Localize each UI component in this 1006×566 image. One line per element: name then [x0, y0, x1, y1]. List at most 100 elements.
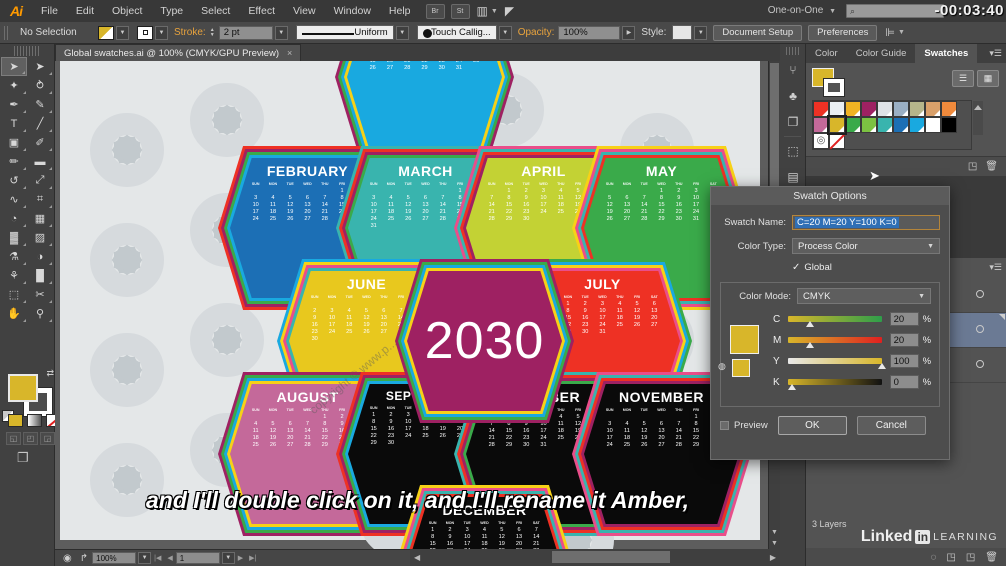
artboard-dropdown[interactable]: ▼ [221, 552, 235, 564]
brushes-panel-icon[interactable]: ⑂ [780, 57, 806, 83]
target-circle-icon[interactable] [976, 360, 984, 368]
menu-item-view[interactable]: View [284, 0, 325, 22]
color-swatch[interactable] [925, 117, 941, 133]
menu-item-type[interactable]: Type [151, 0, 192, 22]
color-swatch[interactable] [829, 101, 845, 117]
eraser-tool[interactable]: ▬ [27, 152, 53, 171]
scroll-down2-icon[interactable]: ▼ [770, 538, 779, 548]
slider-track-K[interactable] [787, 379, 882, 390]
color-swatch[interactable] [845, 117, 861, 133]
scroll-right-icon[interactable]: ▶ [770, 553, 776, 562]
color-swatch[interactable] [827, 115, 847, 135]
free-transform-tool[interactable]: ⌗ [27, 190, 53, 209]
channel-value-Y[interactable]: 100 [889, 354, 919, 368]
panel-menu-icon[interactable]: ▾☰ [989, 48, 1002, 59]
swatch-scroll-up[interactable] [973, 101, 983, 135]
slider-thumb-M[interactable] [805, 342, 814, 348]
search-input[interactable]: ⌕ [846, 4, 944, 18]
fill-dropdown[interactable]: ▼ [116, 25, 129, 40]
brush-definition-select[interactable]: Touch Callig... [416, 25, 497, 40]
slider-track-C[interactable] [787, 316, 882, 327]
stroke-weight-dropdown[interactable]: ▼ [274, 25, 288, 40]
zoom-dropdown[interactable]: ▼ [138, 552, 152, 564]
color-swatch[interactable]: ◎ [813, 133, 829, 149]
eyedropper-tool[interactable]: ⚗ [1, 247, 27, 266]
panel-grip[interactable] [4, 25, 10, 40]
swatch-grid[interactable]: ◎ [812, 100, 983, 150]
menu-item-effect[interactable]: Effect [239, 0, 284, 22]
color-swatch[interactable] [861, 101, 877, 117]
slider-track-M[interactable] [787, 337, 882, 348]
color-swatch[interactable] [829, 132, 847, 150]
paintbrush-tool[interactable]: ✐ [27, 133, 53, 152]
target-circle-icon[interactable] [976, 290, 984, 298]
bridge-button[interactable]: Br [425, 3, 445, 19]
graphic-style-swatch[interactable] [672, 25, 693, 40]
rectangle-tool[interactable]: ▣ [1, 133, 27, 152]
color-swatch[interactable] [861, 117, 877, 133]
slice-tool[interactable]: ✂ [27, 285, 53, 304]
slider-thumb-C[interactable] [805, 321, 814, 327]
delete-icon[interactable]: 🗑 [985, 552, 998, 563]
scroll-left-icon[interactable]: ◀ [414, 553, 420, 562]
first-artboard-icon[interactable]: |◀ [154, 554, 161, 562]
prev-artboard-icon[interactable]: ◀ [167, 554, 172, 562]
stroke-profile-dropdown[interactable]: ▼ [395, 25, 409, 40]
draw-normal-icon[interactable]: ◱ [6, 432, 21, 445]
tab-color[interactable]: Color [806, 44, 847, 63]
channel-value-K[interactable]: 0 [889, 375, 919, 389]
zoom-tool[interactable]: ⚲ [27, 304, 53, 323]
zoom-level-input[interactable]: 100% [92, 552, 137, 564]
draw-inside-icon[interactable]: ◲ [40, 432, 55, 445]
opacity-dropdown[interactable]: ▶ [622, 25, 636, 40]
new-layer-icon[interactable]: ◳ [966, 552, 975, 563]
color-swatch[interactable] [909, 101, 925, 117]
artboard-tool[interactable]: ⬚ [1, 285, 27, 304]
close-icon[interactable]: × [287, 48, 292, 58]
document-setup-button[interactable]: Document Setup [713, 24, 803, 41]
hscroll-thumb[interactable] [552, 551, 670, 563]
slider-thumb-Y[interactable] [877, 363, 886, 369]
color-swatch[interactable] [893, 101, 909, 117]
line-segment-tool[interactable]: ╱ [27, 114, 53, 133]
swatch-name-input[interactable]: C=20 M=20 Y=100 K=0 [792, 215, 940, 230]
color-button[interactable] [8, 414, 23, 427]
document-tab[interactable]: Global swatches.ai @ 100% (CMYK/GPU Prev… [55, 44, 302, 61]
gradient-button[interactable] [27, 414, 42, 427]
scroll-down-icon[interactable]: ▼ [770, 527, 779, 537]
ok-button[interactable]: OK [777, 416, 847, 435]
chevron-down-icon[interactable]: ▼ [829, 8, 836, 15]
hand-tool[interactable]: ✋ [1, 304, 27, 323]
fill-swatch[interactable] [98, 25, 114, 40]
menu-item-object[interactable]: Object [103, 0, 151, 22]
opacity-input[interactable]: 100% [558, 25, 621, 40]
shape-builder-tool[interactable]: ◔ [1, 209, 27, 228]
artboard-options-icon[interactable]: ◉ [63, 553, 72, 564]
canvas-hscrollbar[interactable]: ◀ ▶ [410, 549, 780, 566]
mesh-tool[interactable]: ▓ [1, 228, 27, 247]
artboard-number-input[interactable]: 1 [175, 552, 220, 564]
list-view-icon[interactable]: ☰ [952, 70, 974, 87]
color-swatch[interactable] [941, 117, 957, 133]
slider-thumb-K[interactable] [787, 384, 796, 390]
chevron-down-icon[interactable]: ▼ [898, 29, 905, 36]
arrange-documents-icon[interactable]: ▥ [477, 4, 488, 18]
channel-value-C[interactable]: 20 [889, 312, 919, 326]
fill-color-box[interactable] [8, 374, 38, 402]
blend-tool[interactable]: ◑ [27, 247, 53, 266]
color-swatch[interactable] [877, 101, 893, 117]
color-swatch[interactable] [845, 101, 861, 117]
symbols-panel-icon[interactable]: ♣ [780, 83, 806, 109]
preview-checkbox[interactable] [720, 421, 729, 430]
chevron-down-icon[interactable]: ▼ [491, 8, 498, 15]
menu-item-file[interactable]: File [32, 0, 67, 22]
tab-color-guide[interactable]: Color Guide [847, 44, 916, 63]
color-swatch[interactable] [877, 117, 893, 133]
slider-track-Y[interactable] [787, 358, 886, 369]
rotate-tool[interactable]: ↺ [1, 171, 27, 190]
color-swatch[interactable] [909, 117, 925, 133]
artboards-panel-icon[interactable]: ❐ [780, 109, 806, 135]
target-circle-icon[interactable] [976, 325, 984, 333]
new-swatch-icon[interactable]: ◳ [968, 161, 977, 172]
color-type-select[interactable]: Process Color ▼ [792, 238, 940, 254]
